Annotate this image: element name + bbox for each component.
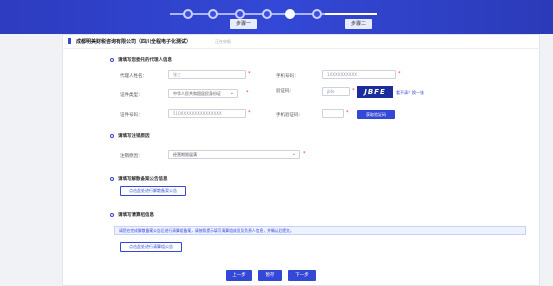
required-mark: * (303, 151, 306, 157)
company-status: 正在申报 (215, 39, 231, 44)
company-marker (68, 38, 71, 44)
header-bar (0, 0, 553, 34)
captcha-image[interactable]: JBFE (357, 86, 393, 98)
captcha-refresh-link[interactable]: 看不清？换一张 (396, 90, 424, 96)
sms-code-input[interactable] (322, 109, 344, 118)
section-bullet-icon (110, 176, 114, 181)
get-sms-code-button[interactable]: 获取验证码 (357, 110, 395, 119)
step-dot-5 (285, 9, 295, 19)
liquidation-notice-button[interactable]: 点击此处进行清算组公告 (120, 242, 182, 252)
captcha-input[interactable]: jbfe (322, 87, 350, 96)
id-type-select[interactable]: 中华人民共和国居民身份证 ⌄ (168, 89, 238, 98)
required-mark: * (246, 90, 249, 96)
reason-select[interactable]: 经营期限届满 ⌄ (168, 150, 300, 159)
prev-step-button[interactable]: 上一步 (226, 270, 252, 281)
step1-label: 步骤一 (230, 19, 258, 29)
save-draft-button[interactable]: 暂存 (258, 270, 282, 281)
chevron-down-icon: ⌄ (229, 90, 234, 96)
step-dot-2 (208, 9, 218, 19)
next-step-button[interactable]: 下一步 (288, 270, 316, 281)
captcha-label: 验证码： (276, 89, 294, 94)
required-mark: * (248, 71, 251, 77)
reason-label: 注销原因： (120, 154, 143, 159)
sms-code-label: 手机验证码： (276, 113, 303, 118)
reason-value: 经营期限届满 (173, 152, 197, 157)
required-mark: * (352, 88, 355, 94)
section-bullet-icon (110, 212, 114, 217)
liquidation-note: 请您在完成解散备案公告后进行清算组备案，请按照提示填写清算组成员及负责人信息，并… (114, 226, 526, 235)
phone-input[interactable]: 1XXXXXXXXXX (322, 70, 396, 79)
step-dot-3 (235, 9, 245, 19)
required-mark: * (346, 110, 349, 116)
stepper-track-current (325, 13, 377, 15)
section-agent-title: 请填写您委托的代理人信息 (110, 57, 172, 63)
id-number-input[interactable]: 510XXXXXXXXXXXXXXX (168, 109, 246, 118)
company-name: 成都明美财税咨询有限公司（四川全程电子化测试） (76, 39, 192, 45)
section-liquidation-title-text: 请填写清算组信息 (118, 213, 154, 218)
section-reason-title: 请填写注销原因 (110, 133, 150, 139)
section-agent-title-text: 请填写您委托的代理人信息 (118, 58, 172, 63)
step-dot-4 (262, 9, 272, 19)
section-dissolution-title: 请填写解散备案公告信息 (110, 176, 168, 182)
step2-label: 步骤二 (345, 19, 373, 29)
id-number-label: 证件号码： (120, 113, 143, 118)
dissolution-notice-button[interactable]: 点击此处进行解散备案公告 (120, 186, 186, 196)
section-reason-title-text: 请填写注销原因 (118, 134, 150, 139)
chevron-down-icon: ⌄ (291, 151, 296, 157)
id-type-label: 证件类型： (120, 93, 143, 98)
section-bullet-icon (110, 133, 114, 138)
agent-name-label: 代理人姓名： (120, 74, 147, 79)
divider (62, 48, 540, 49)
required-mark: * (248, 110, 251, 116)
agent-name-input[interactable]: 张三 (168, 70, 246, 79)
step-dot-1 (183, 9, 193, 19)
id-type-value: 中华人民共和国居民身份证 (173, 91, 221, 96)
required-mark: * (398, 71, 401, 77)
section-dissolution-title-text: 请填写解散备案公告信息 (118, 177, 168, 182)
section-liquidation-title: 请填写清算组信息 (110, 212, 154, 218)
step-dot-6 (312, 9, 322, 19)
phone-label: 手机号码： (276, 74, 299, 79)
section-bullet-icon (110, 57, 114, 62)
